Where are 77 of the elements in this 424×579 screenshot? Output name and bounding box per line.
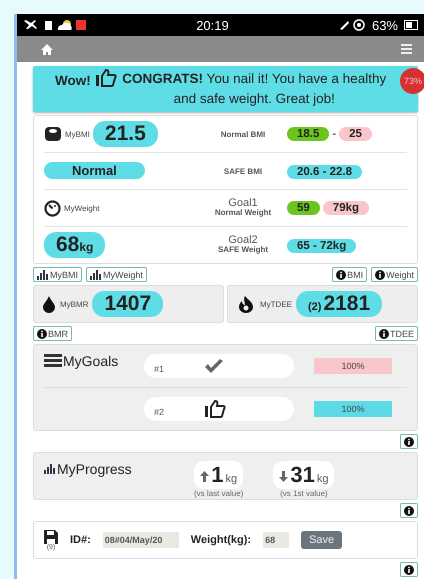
goal-number: #2 (154, 407, 164, 417)
info-button[interactable]: Weight (371, 267, 418, 282)
bmi-status: Normal (44, 162, 145, 179)
safe-range: 20.6 - 22.8 (287, 165, 362, 179)
goal-percent: 100% (341, 361, 365, 371)
home-icon[interactable] (41, 44, 53, 54)
info-icon (378, 328, 389, 338)
arrow-up-icon (200, 471, 210, 482)
energy-number: 2181 (323, 292, 370, 316)
info-icon (375, 270, 386, 280)
info-button[interactable] (400, 562, 418, 577)
goal-percent: 100% (341, 404, 365, 414)
info-icon (404, 506, 414, 516)
energy-label: MyBMR (60, 300, 88, 308)
percent-badge: 73% (400, 68, 424, 94)
info-button[interactable] (400, 503, 418, 518)
battery-icon (404, 20, 418, 30)
congrats-message: CONGRATS! You nail it! You have a healthy and safe weight. Great job! (121, 70, 388, 108)
range-low: 18.5 (287, 127, 330, 141)
info-icon (37, 328, 47, 338)
range-low: 59 (287, 201, 320, 215)
info-icon (336, 270, 346, 280)
scale-icon (44, 126, 62, 142)
footnote-mark: (2) (308, 301, 322, 313)
battery-level: 63% (372, 18, 398, 32)
thumbs-up-icon (204, 400, 226, 418)
range-label: SAFE BMI (222, 166, 264, 176)
progress-title: MyProgress (57, 461, 132, 477)
weight-label: MyWeight (64, 204, 100, 212)
bmi-value: 21.5 (92, 121, 158, 147)
bmi-label: MyBMI (65, 130, 90, 138)
info-button[interactable]: TDEE (374, 326, 418, 341)
weight-field[interactable]: 68 (263, 532, 290, 548)
list-icon (44, 354, 62, 368)
range-high: 25 (339, 127, 372, 141)
system-icons-drawing (338, 19, 366, 31)
weight-change: 1 kg (194, 461, 244, 489)
info-button[interactable] (400, 434, 418, 449)
chart-button[interactable]: MyWeight (86, 267, 147, 282)
info-button[interactable]: BMI (332, 267, 368, 282)
drop-icon (42, 296, 56, 312)
menu-icon[interactable] (401, 44, 412, 54)
weight-value: 68kg (44, 232, 106, 258)
weight-change: 31 kg (273, 461, 334, 489)
bar-chart-icon (90, 270, 102, 280)
goal-subtitle: Normal Weight (214, 208, 272, 217)
chart-button[interactable]: MyBMI (33, 267, 82, 282)
id-field[interactable]: 08#04/May/20 (102, 532, 179, 548)
gauge-icon (44, 200, 61, 216)
range-separator: - (332, 128, 336, 140)
arrow-down-icon (279, 471, 288, 482)
info-icon (404, 564, 414, 574)
range-high: 79kg (322, 201, 370, 215)
energy-number: 1407 (104, 292, 152, 316)
change-note: (vs last value) (194, 489, 244, 498)
flame-icon (236, 296, 256, 312)
safe-range: 65 - 72kg (287, 239, 356, 253)
checkmark-icon (204, 358, 224, 374)
energy-label: MyTDEE (260, 300, 292, 308)
goal-title: Goal2 (227, 236, 259, 245)
bar-chart-icon (44, 464, 56, 474)
change-note: (vs 1st value) (280, 489, 328, 498)
range-label: Normal BMI (220, 130, 266, 138)
clock: 20:19 (195, 18, 230, 32)
id-label: ID#: (70, 534, 91, 546)
bar-chart-icon (37, 270, 49, 280)
goal-title: Goal1 (227, 199, 259, 208)
congrats-lead: Wow! (55, 73, 91, 88)
goal-number: #1 (154, 364, 164, 374)
notification-icons-drawing (43, 19, 87, 31)
weight-label: Weight(kg): (190, 534, 252, 546)
goals-title: MyGoals (63, 353, 118, 369)
goal-subtitle: SAFE Weight (216, 245, 270, 254)
thumbs-up-icon (94, 69, 117, 87)
info-button[interactable]: BMR (33, 326, 72, 341)
info-icon (404, 436, 414, 446)
save-button[interactable]: Save (301, 531, 342, 549)
